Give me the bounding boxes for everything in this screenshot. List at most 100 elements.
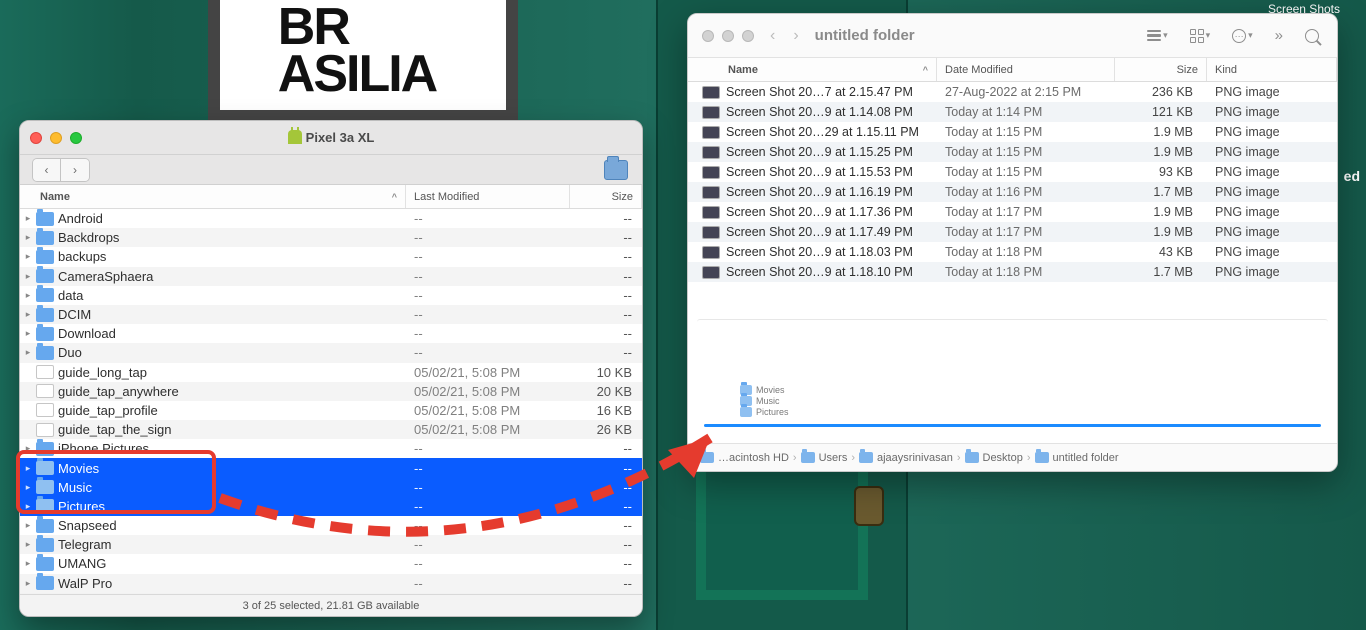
path-segment[interactable]: ajaaysrinivasan	[877, 452, 953, 464]
file-row[interactable]: guide_tap_anywhere05/02/21, 5:08 PM20 KB	[20, 382, 642, 401]
path-segment[interactable]: untitled folder	[1053, 452, 1119, 464]
folder-row[interactable]: ▸data----	[20, 286, 642, 305]
disclosure-triangle-icon[interactable]: ▸	[20, 578, 36, 589]
file-row[interactable]: Screen Shot 20…7 at 2.15.47 PM27-Aug-202…	[688, 82, 1337, 102]
column-header-modified[interactable]: Date Modified	[937, 58, 1115, 81]
folder-row[interactable]: ▸UMANG----	[20, 554, 642, 573]
disclosure-triangle-icon[interactable]: ▸	[20, 290, 36, 301]
folder-row[interactable]: ▸Duo----	[20, 343, 642, 362]
path-segment[interactable]: Desktop	[983, 452, 1023, 464]
path-segment[interactable]: Users	[819, 452, 848, 464]
folder-row[interactable]: ▸iPhone Pictures----	[20, 439, 642, 458]
folder-row[interactable]: ▸Music----	[20, 478, 642, 497]
folder-row[interactable]: ▸Telegram----	[20, 535, 642, 554]
column-header-row[interactable]: Name^ Last Modified Size	[20, 185, 642, 209]
window-close-button[interactable]	[702, 30, 714, 42]
column-header-size[interactable]: Size	[570, 185, 642, 208]
drop-target-area[interactable]: MoviesMusicPictures	[697, 319, 1328, 427]
folder-row[interactable]: ▸Snapseed----	[20, 516, 642, 535]
folder-row[interactable]: ▸Pictures----	[20, 497, 642, 516]
disclosure-triangle-icon[interactable]: ▸	[20, 463, 36, 474]
item-size: 20 KB	[570, 384, 642, 399]
disclosure-triangle-icon[interactable]: ▸	[20, 558, 36, 569]
folder-row[interactable]: ▸CameraSphaera----	[20, 267, 642, 286]
view-as-list-button[interactable]: ▾	[1143, 27, 1172, 45]
disclosure-triangle-icon[interactable]: ▸	[20, 501, 36, 512]
file-row[interactable]: Screen Shot 20…9 at 1.18.10 PMToday at 1…	[688, 262, 1337, 282]
folder-row[interactable]: ▸Backdrops----	[20, 228, 642, 247]
folder-icon	[36, 461, 54, 475]
new-folder-button[interactable]	[604, 160, 628, 180]
window-zoom-button[interactable]	[742, 30, 754, 42]
folder-row[interactable]: ▸Android----	[20, 209, 642, 228]
column-header-name[interactable]: Name^	[20, 185, 406, 208]
disclosure-triangle-icon[interactable]: ▸	[20, 213, 36, 224]
column-header-modified[interactable]: Last Modified	[406, 185, 570, 208]
nav-forward-button[interactable]: ›	[61, 159, 89, 181]
view-options-button[interactable]: ▾	[1186, 26, 1215, 46]
item-kind: PNG image	[1207, 85, 1337, 99]
ghost-item-label: Pictures	[756, 407, 789, 417]
disclosure-triangle-icon[interactable]: ▸	[20, 347, 36, 358]
nav-back-button[interactable]: ‹	[33, 159, 61, 181]
nav-back-button[interactable]: ‹	[768, 27, 777, 45]
item-modified: Today at 1:18 PM	[937, 245, 1115, 259]
file-row[interactable]: Screen Shot 20…9 at 1.18.03 PMToday at 1…	[688, 242, 1337, 262]
file-row[interactable]: Screen Shot 20…9 at 1.15.25 PMToday at 1…	[688, 142, 1337, 162]
disclosure-triangle-icon[interactable]: ▸	[20, 539, 36, 550]
folder-icon	[700, 452, 714, 463]
path-segment[interactable]: …acintosh HD	[718, 452, 789, 464]
item-size: 1.7 MB	[1115, 265, 1207, 279]
item-modified: 05/02/21, 5:08 PM	[406, 384, 570, 399]
folder-row[interactable]: ▸backups----	[20, 247, 642, 266]
file-row[interactable]: Screen Shot 20…9 at 1.17.36 PMToday at 1…	[688, 202, 1337, 222]
file-row[interactable]: guide_long_tap05/02/21, 5:08 PM10 KB	[20, 363, 642, 382]
finder-window-untitled[interactable]: ‹ › untitled folder ▾ ▾ ···▾ » Name^ Dat…	[687, 13, 1338, 472]
column-header-size[interactable]: Size	[1115, 58, 1207, 81]
file-row[interactable]: Screen Shot 20…9 at 1.16.19 PMToday at 1…	[688, 182, 1337, 202]
disclosure-triangle-icon[interactable]: ▸	[20, 251, 36, 262]
column-header-kind[interactable]: Kind	[1207, 58, 1337, 81]
file-list[interactable]: ▸Android----▸Backdrops----▸backups----▸C…	[20, 209, 642, 595]
titlebar[interactable]: Pixel 3a XL	[20, 121, 642, 155]
disclosure-triangle-icon[interactable]: ▸	[20, 482, 36, 493]
column-header-name[interactable]: Name^	[688, 58, 937, 81]
folder-row[interactable]: ▸Download----	[20, 324, 642, 343]
disclosure-triangle-icon[interactable]: ▸	[20, 328, 36, 339]
file-row[interactable]: Screen Shot 20…9 at 1.14.08 PMToday at 1…	[688, 102, 1337, 122]
item-modified: 05/02/21, 5:08 PM	[406, 403, 570, 418]
path-bar[interactable]: …acintosh HD› Users› ajaaysrinivasan› De…	[688, 443, 1337, 471]
disclosure-triangle-icon[interactable]: ▸	[20, 271, 36, 282]
file-row[interactable]: Screen Shot 20…9 at 1.17.49 PMToday at 1…	[688, 222, 1337, 242]
folder-icon	[740, 407, 752, 417]
file-row[interactable]: guide_tap_the_sign05/02/21, 5:08 PM26 KB	[20, 420, 642, 439]
item-size: --	[570, 269, 642, 284]
folder-row[interactable]: ▸Movies----	[20, 458, 642, 477]
folder-row[interactable]: ▸WalP Pro----	[20, 574, 642, 593]
file-row[interactable]: Screen Shot 20…9 at 1.15.53 PMToday at 1…	[688, 162, 1337, 182]
status-bar: 3 of 25 selected, 21.81 GB available	[20, 594, 642, 616]
item-modified: --	[406, 518, 570, 533]
window-title: Pixel 3a XL	[20, 130, 642, 145]
search-button[interactable]	[1301, 26, 1323, 46]
column-header-row[interactable]: Name^ Date Modified Size Kind	[688, 58, 1337, 82]
item-modified: --	[406, 480, 570, 495]
item-size: --	[570, 556, 642, 571]
action-menu-button[interactable]: ···▾	[1228, 26, 1257, 46]
overflow-button[interactable]: »	[1271, 24, 1287, 47]
item-modified: Today at 1:14 PM	[937, 105, 1115, 119]
finder-window-pixel3a[interactable]: Pixel 3a XL ‹ › Name^ Last Modified Size…	[19, 120, 643, 617]
folder-row[interactable]: ▸DCIM----	[20, 305, 642, 324]
disclosure-triangle-icon[interactable]: ▸	[20, 232, 36, 243]
window-minimize-button[interactable]	[722, 30, 734, 42]
file-row[interactable]: guide_tap_profile05/02/21, 5:08 PM16 KB	[20, 401, 642, 420]
file-row[interactable]: Screen Shot 20…29 at 1.15.11 PMToday at …	[688, 122, 1337, 142]
item-size: --	[570, 249, 642, 264]
disclosure-triangle-icon[interactable]: ▸	[20, 309, 36, 320]
file-list[interactable]: Screen Shot 20…7 at 2.15.47 PM27-Aug-202…	[688, 82, 1337, 282]
titlebar[interactable]: ‹ › untitled folder ▾ ▾ ···▾ »	[688, 14, 1337, 58]
disclosure-triangle-icon[interactable]: ▸	[20, 443, 36, 454]
disclosure-triangle-icon[interactable]: ▸	[20, 520, 36, 531]
folder-icon	[36, 327, 54, 341]
nav-forward-button[interactable]: ›	[791, 27, 800, 45]
